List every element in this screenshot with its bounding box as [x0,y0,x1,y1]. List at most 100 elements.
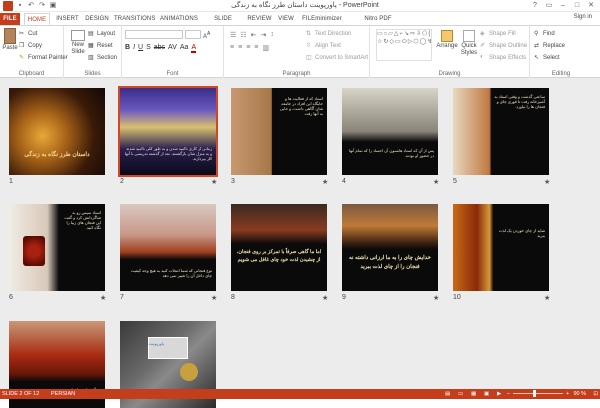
align-center-icon[interactable]: ≡ [238,44,242,52]
arrange-button[interactable]: Arrange [436,30,458,50]
new-slide-button[interactable]: New Slide [68,30,88,56]
normal-view-icon[interactable]: ▭ [458,389,463,399]
zoom-level[interactable]: 90 % [573,389,586,399]
slideshow-icon[interactable]: ▣ [49,1,57,10]
tab-insert[interactable]: INSERT [55,13,80,25]
shadow-button[interactable]: S [146,44,151,53]
save-icon[interactable]: ▪ [16,1,24,10]
slides-group-label: Slides [84,71,101,77]
transition-star-icon[interactable]: ★ [322,294,328,302]
transition-star-icon[interactable]: ★ [433,178,439,186]
tab-review[interactable]: REVIEW [246,13,273,25]
tab-slide-show[interactable]: SLIDE SHOW [204,13,242,34]
maximize-icon[interactable]: □ [570,0,584,11]
zoom-in-icon[interactable]: + [566,389,569,399]
cut-button[interactable]: ✂ Cut [19,30,37,38]
change-case-button[interactable]: Aa [180,44,189,53]
shape-effects-button[interactable]: ◐ Shape Effects [480,54,526,61]
grow-font-button[interactable]: AA [203,31,210,40]
slideshow-view-icon[interactable]: ▶ [497,389,501,399]
shape-fill-button[interactable]: ◈ Shape Fill [480,30,516,38]
justify-icon[interactable]: ≡ [254,44,258,52]
slide-thumbnail-5[interactable]: ساعتی گذشت و وقتی استاد به آشپزخانه رفت … [453,88,549,175]
redo-icon[interactable]: ↷ [38,1,46,10]
shape-effects-label: Shape Effects [489,54,527,61]
transition-star-icon[interactable]: ★ [544,294,550,302]
powerpoint-app-icon[interactable] [3,1,13,11]
zoom-slider[interactable] [513,393,563,394]
slide-sorter-icon[interactable]: ▦ [471,389,476,399]
align-text-button[interactable]: ⇳ Align Text [306,42,341,50]
select-button[interactable]: ↖ Select [534,54,560,62]
layout-button[interactable]: ▤ Layout [88,30,115,38]
line-spacing-icon[interactable]: ↕ [270,31,274,39]
bold-button[interactable]: B [125,44,130,53]
decrease-indent-icon[interactable]: ⇤ [251,31,257,39]
transition-star-icon[interactable]: ★ [100,294,106,302]
align-text-label: Align Text [315,42,341,49]
tab-fileminimizer[interactable]: FILEminimizer [301,13,343,25]
columns-icon[interactable]: ▥ [262,44,269,52]
text-direction-button[interactable]: ⇅ Text Direction [306,30,351,38]
paste-button[interactable]: Paste [2,28,18,52]
slide-thumbnail-7[interactable]: نوع فنجانی که شما انتخاب کنید به هیچ وجه… [120,204,216,291]
tab-design[interactable]: DESIGN [84,13,110,25]
italic-button[interactable]: I [133,44,135,53]
font-size-field[interactable] [185,30,201,39]
transition-star-icon[interactable]: ★ [211,178,217,186]
slide-thumbnail-8[interactable]: اما ما گاهی صرفاً با تمرکز بر روی فنجان،… [231,204,327,291]
zoom-out-icon[interactable]: – [507,389,510,399]
font-color-button[interactable]: A [191,44,197,53]
strikethrough-button[interactable]: abc [154,44,165,53]
tab-nitro-pdf[interactable]: Nitro PDF Professional [348,13,408,34]
char-spacing-button[interactable]: AV [168,44,177,53]
align-left-icon[interactable]: ≡ [230,44,234,52]
ribbon-display-icon[interactable]: ▭ [542,0,556,11]
slide-number-5: 5 [453,178,457,185]
reset-button[interactable]: ▦ Reset [88,42,113,50]
find-button[interactable]: ⚲ Find [534,30,555,38]
new-slide-icon [71,30,85,41]
slide-thumbnail-1[interactable]: داستان طرز نگاه به زندگی [9,88,105,175]
fit-to-window-icon[interactable]: ⊡ [593,389,598,399]
underline-button[interactable]: U [138,44,143,53]
format-painter-button[interactable]: ✎ Format Painter [19,54,68,62]
bullets-icon[interactable]: ☰ [230,31,236,39]
align-right-icon[interactable]: ≡ [246,44,250,52]
numbering-icon[interactable]: ☷ [240,31,246,39]
transition-star-icon[interactable]: ★ [211,294,217,302]
tab-animations[interactable]: ANIMATIONS [159,13,199,25]
shape-outline-button[interactable]: ✐ Shape Outline [480,42,527,50]
tab-file[interactable]: FILE [0,13,20,25]
slide-thumbnail-9[interactable]: خدایش چای را به ما ارزانی داشته نه فنجان… [342,204,438,291]
tab-transitions[interactable]: TRANSITIONS [114,13,155,25]
quick-styles-button[interactable]: Quick Styles [458,30,480,57]
tab-view[interactable]: VIEW [276,13,296,25]
increase-indent-icon[interactable]: ⇥ [260,31,266,39]
reading-view-icon[interactable]: ▣ [484,389,489,399]
copy-button[interactable]: ❐ Copy [19,42,42,50]
transition-star-icon[interactable]: ★ [544,178,550,186]
language-indicator[interactable]: PERSIAN [51,389,75,399]
font-name-field[interactable] [125,30,183,39]
tab-home[interactable]: HOME [24,13,50,25]
help-icon[interactable]: ? [528,0,542,11]
close-icon[interactable]: ✕ [584,0,598,11]
transition-star-icon[interactable]: ★ [322,178,328,186]
minimize-icon[interactable]: – [556,0,570,11]
shapes-gallery[interactable]: ▭○▱△⌐↘⇨⇩⬠{}☆↻◇▭⬭▷⬡◯↯ [376,29,432,61]
slide-thumbnail-10[interactable]: شاید از چای خوردن یک لذت ببرید [453,204,549,291]
slide-thumbnail-6[interactable]: استاد سپس رو به شاگردانش کرد و گفت این ف… [9,204,105,291]
replace-button[interactable]: ⇄ Replace [534,42,565,50]
smartart-button[interactable]: ◫ Convert to SmartArt [306,54,368,62]
slide-thumbnail-3[interactable]: استاد که از فعالیت ها و جایگاه این افراد… [231,88,327,175]
sign-in-link[interactable]: Sign in [574,14,592,20]
slide-thumbnail-4[interactable]: پس از آن که استاد هانسون آن اجساد را که … [342,88,438,175]
zoom-slider-thumb[interactable] [533,390,536,397]
slide-thumbnail-2[interactable]: زمانی از کاری ناامید شدن و به طور کلی نا… [118,86,218,177]
text-direction-icon: ⇅ [306,31,312,37]
section-button[interactable]: ▥ Section [88,54,117,62]
undo-icon[interactable]: ↶ [27,1,35,10]
transition-star-icon[interactable]: ★ [433,294,439,302]
notes-icon[interactable]: ▤ [445,389,450,399]
